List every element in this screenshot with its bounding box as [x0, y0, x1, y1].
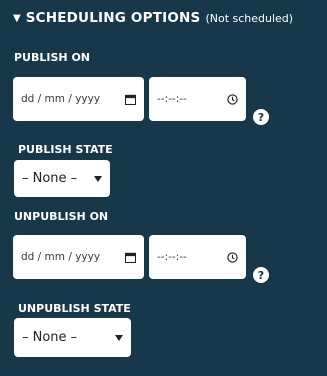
unpublish-state-value: – None – — [22, 330, 78, 345]
publish-on-label: PUBLISH ON — [14, 51, 90, 64]
scheduling-options-toggle[interactable]: ▼ SCHEDULING OPTIONS (Not scheduled) — [13, 8, 293, 28]
publish-state-select[interactable]: – None – — [14, 160, 110, 197]
date-placeholder: dd / mm / yyyy — [21, 251, 101, 263]
unpublish-time-input[interactable]: --:--:-- — [149, 235, 246, 279]
publish-time-input[interactable]: --:--:-- — [149, 77, 246, 121]
calendar-icon[interactable] — [125, 94, 136, 105]
unpublish-state-label: UNPUBLISH STATE — [18, 302, 131, 315]
clock-icon[interactable] — [227, 93, 238, 105]
unpublish-on-help-icon[interactable]: ? — [253, 267, 269, 283]
scheduling-options-panel: ▼ SCHEDULING OPTIONS (Not scheduled) PUB… — [0, 0, 327, 376]
chevron-down-icon — [94, 175, 102, 182]
publish-date-input[interactable]: dd / mm / yyyy — [13, 77, 144, 121]
time-placeholder: --:--:-- — [157, 93, 187, 105]
publish-state-value: – None – — [22, 171, 78, 186]
unpublish-on-label: UNPUBLISH ON — [14, 210, 109, 223]
unpublish-date-input[interactable]: dd / mm / yyyy — [13, 235, 144, 279]
time-placeholder: --:--:-- — [157, 251, 187, 263]
schedule-status: (Not scheduled) — [205, 11, 294, 25]
unpublish-state-select[interactable]: – None – — [14, 318, 131, 357]
clock-icon[interactable] — [227, 251, 238, 263]
publish-state-label: PUBLISH STATE — [18, 143, 113, 156]
calendar-icon[interactable] — [125, 252, 136, 263]
date-placeholder: dd / mm / yyyy — [21, 93, 101, 105]
publish-on-help-icon[interactable]: ? — [253, 109, 269, 125]
chevron-down-icon — [115, 334, 123, 341]
triangle-down-icon: ▼ — [13, 12, 21, 24]
section-title: SCHEDULING OPTIONS — [25, 10, 201, 26]
